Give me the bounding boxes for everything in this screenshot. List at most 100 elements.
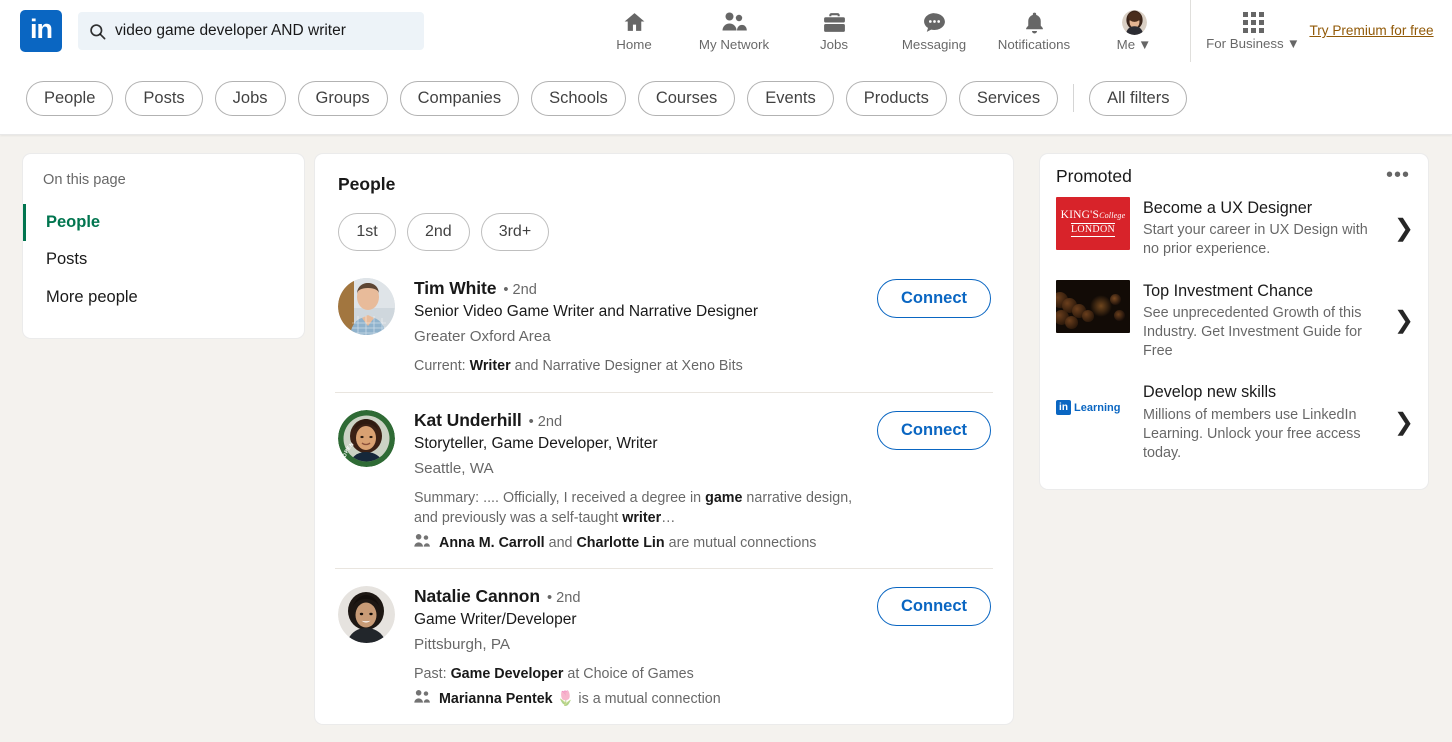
message-icon	[922, 9, 947, 35]
person-location: Seattle, WA	[414, 459, 993, 479]
filter-pill-jobs[interactable]: Jobs	[215, 81, 286, 116]
avatar[interactable]	[338, 278, 395, 335]
person-avatar-image	[338, 278, 395, 335]
search-input[interactable]: video game developer AND writer	[78, 12, 424, 50]
people-results-card: People 1st 2nd 3rd+	[314, 153, 1014, 725]
briefcase-icon	[822, 9, 847, 35]
avatar	[1122, 9, 1147, 35]
person-degree: • 2nd	[503, 282, 537, 298]
promoted-header: Promoted •••	[1054, 166, 1414, 187]
promoted-item[interactable]: in Learning Develop new skills Millions …	[1054, 371, 1414, 473]
mutual-connections-text: Marianna Pentek 🌷 is a mutual connection	[439, 691, 721, 707]
for-business-label: For Business▼	[1206, 36, 1300, 51]
promoted-body: Start your career in UX Design with no p…	[1143, 221, 1379, 259]
person-avatar-image	[338, 586, 395, 643]
on-this-page-title: On this page	[23, 172, 304, 188]
promoted-text: Develop new skills Millions of members u…	[1143, 381, 1379, 463]
page-body: On this page People Posts More people Pe…	[0, 135, 1452, 725]
filter-pill-groups[interactable]: Groups	[298, 81, 388, 116]
kings-college-london-logo: KING'SCollege LONDON	[1056, 197, 1130, 250]
person-result-row[interactable]: Tim White • 2nd Senior Video Game Writer…	[335, 261, 993, 393]
on-this-page-card: On this page People Posts More people	[22, 153, 305, 339]
person-name[interactable]: Natalie Cannon	[414, 586, 540, 607]
on-this-page-item-more-people[interactable]: More people	[23, 279, 304, 316]
linkedin-logo-icon[interactable]: in	[20, 10, 62, 52]
me-avatar-image	[1122, 10, 1147, 35]
kcl-logo-line2: LONDON	[1071, 223, 1115, 237]
filter-divider	[1073, 84, 1074, 112]
degree-filter-2nd[interactable]: 2nd	[407, 213, 470, 251]
connect-button[interactable]: Connect	[877, 279, 991, 318]
kcl-logo-line1: KING'SCollege	[1061, 210, 1126, 222]
filter-pill-companies[interactable]: Companies	[400, 81, 519, 116]
filter-pill-posts[interactable]: Posts	[125, 81, 202, 116]
promoted-item[interactable]: KING'SCollege LONDON Become a UX Designe…	[1054, 187, 1414, 270]
chevron-down-icon: ▼	[1138, 37, 1151, 53]
person-location: Pittsburgh, PA	[414, 635, 993, 655]
promoted-title: Promoted	[1056, 166, 1132, 187]
filter-pill-schools[interactable]: Schools	[531, 81, 626, 116]
chevron-right-icon[interactable]: ❯	[1394, 408, 1414, 437]
filter-pill-people[interactable]: People	[26, 81, 113, 116]
person-name[interactable]: Kat Underhill	[414, 410, 522, 431]
person-location: Greater Oxford Area	[414, 327, 993, 347]
promoted-card: Promoted ••• KING'SCollege LONDON Become…	[1039, 153, 1429, 490]
person-degree: • 2nd	[547, 590, 581, 606]
promoted-body: Millions of members use LinkedIn Learnin…	[1143, 406, 1379, 463]
filter-pill-events[interactable]: Events	[747, 81, 833, 116]
nav-left: in video game developer AND writer	[0, 10, 424, 52]
person-result-row[interactable]: Natalie Cannon • 2nd Game Writer/Develop…	[335, 569, 993, 724]
filter-pill-services[interactable]: Services	[959, 81, 1058, 116]
connect-button[interactable]: Connect	[877, 411, 991, 450]
left-column: On this page People Posts More people	[0, 153, 305, 725]
all-filters-button[interactable]: All filters	[1089, 81, 1187, 116]
person-mutual-connections: Anna M. Carroll and Charlotte Lin are mu…	[414, 533, 993, 552]
nav-item-jobs[interactable]: Jobs	[784, 0, 884, 62]
promoted-heading: Become a UX Designer	[1143, 198, 1379, 218]
search-filter-bar: People Posts Jobs Groups Companies Schoo…	[0, 62, 1452, 135]
home-icon	[622, 9, 647, 35]
degree-filter-1st[interactable]: 1st	[338, 213, 396, 251]
nav-item-home-label: Home	[616, 37, 651, 53]
on-this-page-item-people[interactable]: People	[23, 204, 304, 241]
promoted-item[interactable]: Top Investment Chance See unprecedented …	[1054, 270, 1414, 372]
wine-cellar-photo	[1056, 280, 1130, 333]
chevron-right-icon[interactable]: ❯	[1394, 306, 1414, 335]
avatar[interactable]	[338, 586, 395, 643]
bell-icon	[1022, 9, 1047, 35]
person-avatar-image: #OPENTOWORK	[338, 410, 395, 467]
grid-icon	[1243, 12, 1264, 33]
mutual-connections-text: Anna M. Carroll and Charlotte Lin are mu…	[439, 535, 816, 551]
nav-item-me-label: Me▼	[1117, 37, 1152, 53]
chevron-right-icon[interactable]: ❯	[1394, 214, 1414, 243]
for-business-button[interactable]: For Business▼	[1197, 0, 1309, 62]
nav-item-my-network[interactable]: My Network	[684, 0, 784, 62]
results-column: People 1st 2nd 3rd+	[314, 153, 1014, 725]
search-icon	[88, 22, 107, 41]
filter-pill-courses[interactable]: Courses	[638, 81, 735, 116]
promoted-text: Become a UX Designer Start your career i…	[1143, 197, 1379, 260]
degree-filter-3rd-plus[interactable]: 3rd+	[481, 213, 549, 251]
try-premium-link[interactable]: Try Premium for free	[1309, 21, 1434, 41]
linkedin-mark-icon: in	[1056, 400, 1071, 415]
linkedin-logo-text: in	[30, 16, 52, 43]
nav-item-messaging[interactable]: Messaging	[884, 0, 984, 62]
search-input-value: video game developer AND writer	[115, 22, 346, 40]
people-icon	[721, 9, 747, 35]
connect-button[interactable]: Connect	[877, 587, 991, 626]
global-nav: in video game developer AND writer Home …	[0, 0, 1452, 62]
person-result-row[interactable]: #OPENTOWORK Kat Underhill • 2nd Storytel…	[335, 393, 993, 569]
person-name[interactable]: Tim White	[414, 278, 496, 299]
nav-item-home[interactable]: Home	[584, 0, 684, 62]
more-options-icon[interactable]: •••	[1382, 166, 1414, 184]
linkedin-learning-logo: in Learning	[1056, 381, 1130, 434]
person-past-position: Past: Game Developer at Choice of Games	[414, 664, 854, 684]
promoted-heading: Develop new skills	[1143, 382, 1379, 402]
nav-primary-items: Home My Network Jobs Messaging Notificat…	[584, 0, 1184, 62]
on-this-page-item-posts[interactable]: Posts	[23, 241, 304, 278]
filter-pill-products[interactable]: Products	[846, 81, 947, 116]
nav-item-notifications-label: Notifications	[998, 37, 1070, 53]
nav-item-notifications[interactable]: Notifications	[984, 0, 1084, 62]
nav-item-me[interactable]: Me▼	[1084, 0, 1184, 62]
avatar[interactable]: #OPENTOWORK	[338, 410, 395, 467]
